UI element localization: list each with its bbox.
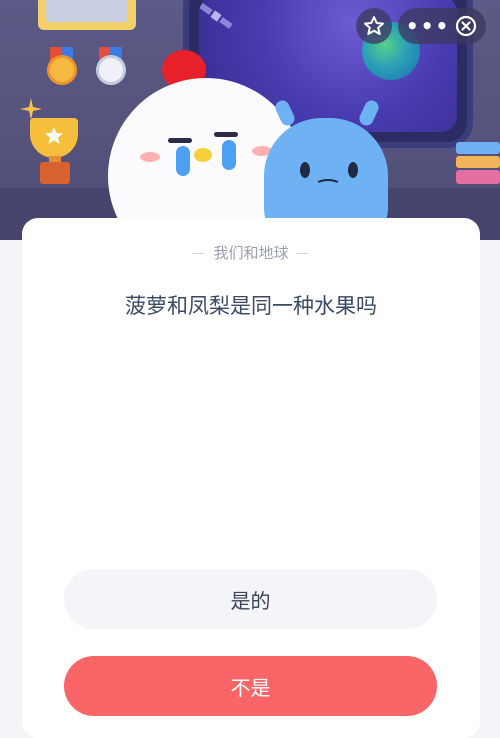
chicken-blush: [140, 152, 160, 162]
divider: [193, 253, 206, 254]
divider: [296, 253, 309, 254]
chicken-eye: [214, 132, 238, 137]
sparkle-icon: [20, 98, 42, 120]
answer-label: 是的: [230, 588, 271, 613]
gold-medal-icon: [47, 55, 77, 85]
answer-no-button[interactable]: 不是: [64, 656, 437, 716]
tear-drop: [176, 146, 190, 176]
more-dots-icon[interactable]: •••: [406, 16, 450, 36]
satellite-icon: [199, 3, 233, 29]
chicken-beak: [194, 148, 212, 162]
category-label: 我们和地球: [213, 244, 289, 262]
favorite-button[interactable]: [356, 8, 392, 44]
trophy-base: [40, 162, 70, 184]
quiz-category: 我们和地球: [22, 242, 480, 263]
book: [456, 156, 500, 168]
trophy-star-icon: [45, 127, 63, 144]
star-outline-icon: [364, 16, 384, 35]
top-controls: •••: [356, 8, 486, 44]
mini-program-capsule: •••: [398, 8, 486, 44]
book: [456, 142, 500, 154]
book: [456, 170, 500, 184]
answer-yes-button[interactable]: 是的: [64, 569, 437, 629]
silver-medal-icon: [96, 55, 126, 85]
tear-drop: [222, 140, 236, 170]
answer-label: 不是: [230, 675, 271, 700]
alien-mouth: [317, 179, 339, 183]
question-text: 菠萝和凤梨是同一种水果吗: [125, 294, 377, 318]
close-circle-icon[interactable]: [454, 14, 478, 38]
alien-eye: [300, 162, 310, 178]
alien-eye: [348, 162, 358, 178]
award-frame-inner: [46, 0, 128, 22]
chicken-eye: [168, 138, 192, 143]
